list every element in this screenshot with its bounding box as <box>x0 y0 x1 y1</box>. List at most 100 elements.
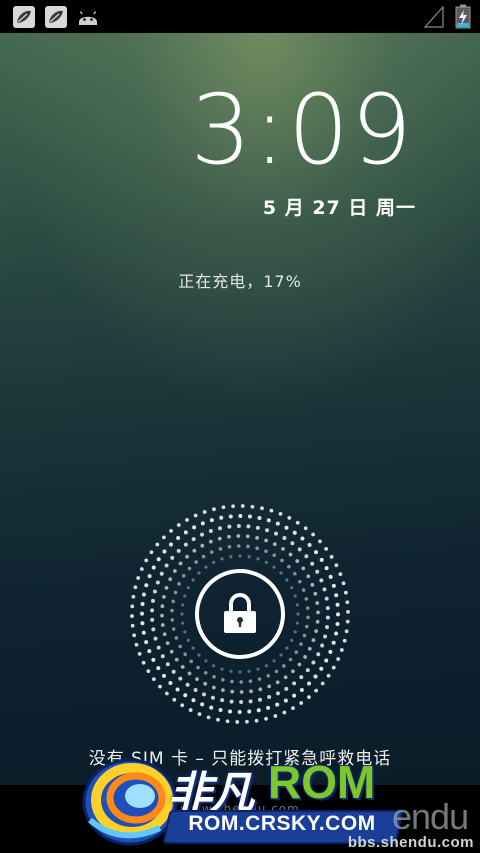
glowpad-dot <box>273 714 278 718</box>
glowpad-dot <box>331 583 336 588</box>
glowpad-dot <box>221 688 225 693</box>
glowpad-dot <box>287 516 292 520</box>
logo-text-rom: ROM <box>268 756 376 808</box>
glowpad-dot <box>160 613 164 618</box>
glowpad-dot <box>212 664 216 668</box>
glowpad-dot <box>279 653 283 657</box>
glowpad-dot <box>345 600 350 605</box>
glowpad-dot <box>164 691 169 696</box>
glowpad-dot <box>315 619 320 624</box>
glowpad-dot <box>181 603 185 607</box>
glowpad-dot <box>164 585 169 590</box>
glowpad-dot <box>290 638 294 642</box>
glowpad-dot <box>269 508 274 513</box>
glowpad-dot <box>248 679 253 683</box>
glowpad-dot <box>320 643 325 648</box>
glowpad-dot <box>173 569 177 573</box>
glowpad-dot <box>151 657 156 662</box>
glowpad-dot <box>335 621 340 626</box>
glowpad-dot <box>313 591 318 596</box>
glowpad-dot <box>345 619 350 624</box>
glowpad-dot <box>322 587 327 592</box>
glowpad-dot <box>155 542 160 547</box>
glowpad-dot <box>209 550 214 554</box>
glowpad-dot <box>299 642 303 646</box>
glowpad-dot <box>160 654 165 659</box>
glowpad-dot <box>197 571 201 575</box>
glowpad-dot <box>186 638 190 642</box>
glowpad-dot <box>280 558 284 563</box>
glowpad-dot <box>204 565 208 569</box>
bbs-url-watermark: bbs.shendu.com <box>347 834 474 851</box>
glowpad-dot <box>319 666 324 671</box>
glowpad-dot <box>235 720 240 724</box>
glowpad-dot <box>238 514 243 518</box>
glowpad-dot <box>304 597 309 601</box>
leaf-app-icon[interactable] <box>44 5 68 29</box>
glowpad-dot <box>140 611 144 616</box>
glowpad-dot <box>228 709 233 714</box>
glowpad-dot <box>206 715 211 720</box>
glowpad-dot <box>324 658 329 663</box>
glowpad-dot <box>293 571 297 576</box>
glowpad-dot <box>219 515 224 520</box>
glowpad-dot <box>305 606 310 610</box>
glowpad-dot <box>334 563 339 568</box>
glowpad-dot <box>187 671 192 676</box>
glowpad-dot <box>236 534 241 538</box>
glowpad-dot <box>140 621 145 626</box>
glowpad-dot <box>334 593 339 598</box>
glowpad-dot <box>325 625 330 630</box>
glowpad-dot <box>180 703 185 708</box>
glowpad-dot <box>201 554 206 559</box>
glowpad-dot <box>227 545 232 549</box>
glowpad-dot <box>191 646 195 650</box>
glowpad-dot <box>319 557 324 562</box>
glowpad-dot <box>304 554 309 559</box>
glowpad-dot <box>275 680 280 685</box>
glowpad-dot <box>303 655 307 659</box>
glowpad-dot <box>245 719 249 724</box>
glowpad-dot <box>212 675 216 679</box>
glowpad-dot <box>247 555 251 559</box>
glowpad-dot <box>176 523 181 527</box>
glowpad-dot <box>208 528 213 533</box>
android-debug-icon[interactable] <box>76 5 100 29</box>
glowpad-dot <box>137 651 142 656</box>
glowpad-dot <box>130 604 135 609</box>
glowpad-dot <box>130 614 134 618</box>
glowpad-dot <box>266 518 271 523</box>
unlock-glowpad[interactable] <box>120 494 360 734</box>
glowpad-dot <box>200 532 205 537</box>
glowpad-dot <box>290 541 295 546</box>
glowpad-dot <box>284 525 289 530</box>
glowpad-dot <box>230 689 235 694</box>
glowpad-dot <box>149 550 154 555</box>
glowpad-dot <box>141 592 146 597</box>
glowpad-dot <box>288 552 293 557</box>
glowpad-dot <box>256 708 261 713</box>
glowpad-dot <box>282 664 286 668</box>
glowpad-dot <box>204 659 208 663</box>
glowpad-dot <box>299 675 304 680</box>
glowpad-dot <box>156 645 161 650</box>
glowpad-dot <box>299 701 304 705</box>
glowpad-dot <box>193 513 198 518</box>
glowpad-dot <box>281 547 285 551</box>
glowpad-dot <box>192 548 197 553</box>
glowpad-dot <box>197 712 202 717</box>
glowpad-dot <box>146 669 151 674</box>
glowpad-dot <box>183 630 187 634</box>
glowpad-dot <box>171 669 176 674</box>
glowpad-dot <box>344 629 349 634</box>
glowpad-dot <box>168 577 173 582</box>
glowpad-dot <box>196 665 200 670</box>
glowpad-dot <box>315 601 320 605</box>
glowpad-dot <box>185 554 189 559</box>
glowpad-dot <box>171 627 176 631</box>
lock-icon <box>224 593 256 633</box>
glowpad-dot <box>291 669 295 674</box>
glowpad-dot <box>170 608 174 613</box>
glowpad-dot <box>247 669 251 673</box>
leaf-app-icon[interactable] <box>12 5 36 29</box>
